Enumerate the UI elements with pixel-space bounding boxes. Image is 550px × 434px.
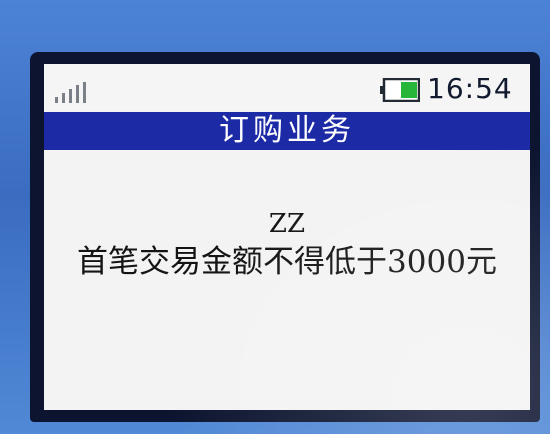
signal-strength-icon xyxy=(55,82,86,103)
device-screen: 16:54 订购业务 ZZ 首笔交易金额不得低于3000元 xyxy=(44,64,530,410)
battery-icon xyxy=(380,78,420,102)
page-title: 订购业务 xyxy=(219,113,355,148)
title-bar: 订购业务 xyxy=(44,112,530,150)
message-area: ZZ 首笔交易金额不得低于3000元 xyxy=(44,150,530,410)
status-bar: 16:54 xyxy=(44,64,530,110)
message-code: ZZ xyxy=(268,209,306,239)
message-text: 首笔交易金额不得低于3000元 xyxy=(77,244,497,280)
battery-level-fill xyxy=(401,82,417,98)
clock-time: 16:54 xyxy=(427,72,513,105)
